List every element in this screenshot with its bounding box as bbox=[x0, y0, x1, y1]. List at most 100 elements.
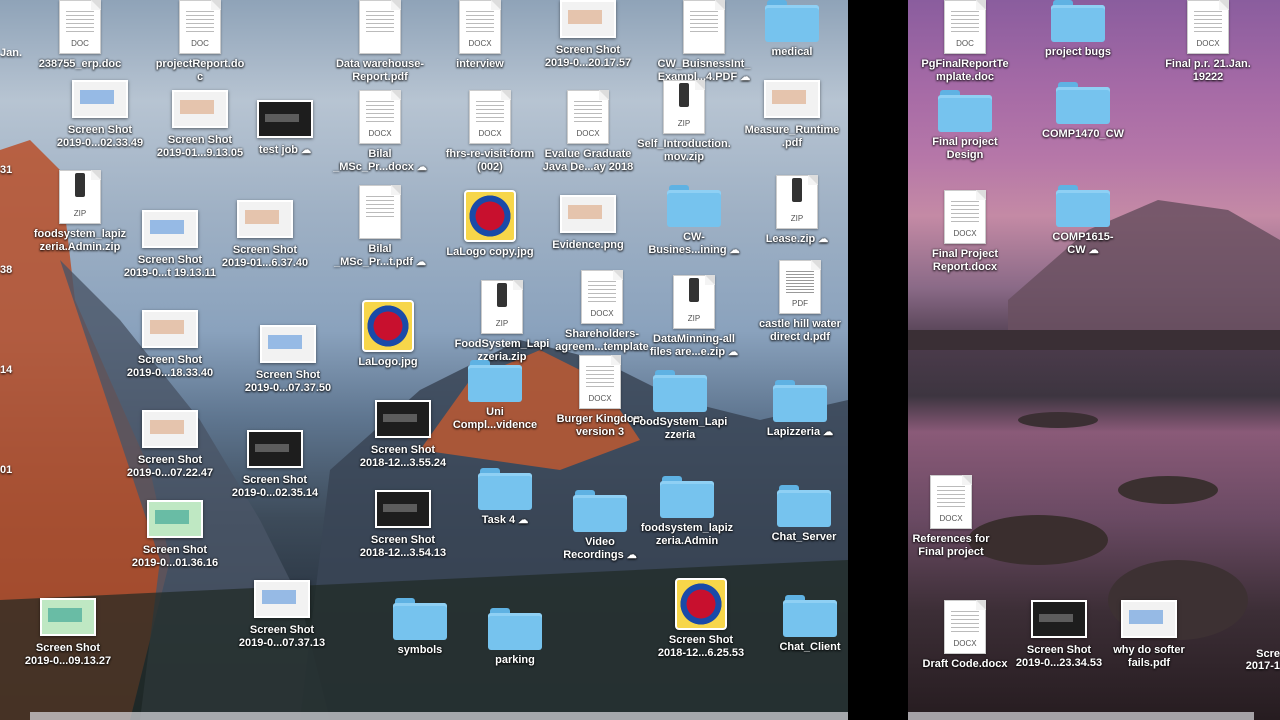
folder-icon bbox=[1056, 82, 1110, 124]
icon-label-text: Draft Code.docx bbox=[922, 658, 1008, 670]
icon-label: Screen Shot 2019-01...6.37.40 bbox=[210, 244, 320, 270]
screenshot-thumbnail-icon bbox=[237, 200, 293, 238]
desktop-icon[interactable]: ZIP Self_Introduction. mov.zip bbox=[629, 80, 739, 164]
icon-label-text: Screen Shot 2018-12...3.55.24 bbox=[359, 444, 447, 469]
desktop-icon[interactable]: COMP1470_CW bbox=[1028, 82, 1138, 141]
desktop-icon[interactable]: ZIP Lease.zip ☁ bbox=[742, 175, 848, 246]
icon-label-text: Measure_Runtime .pdf bbox=[744, 124, 840, 149]
icon-label: Chat_Server bbox=[749, 531, 848, 544]
document-icon bbox=[683, 0, 725, 54]
icon-label: Screen Shot 2018-12...3.55.24 bbox=[348, 444, 458, 470]
icon-label-text: Screen Shot 2019-0...02.35.14 bbox=[231, 474, 319, 499]
desktop-icon[interactable]: Screen Shot 2018-12...3.54.13 bbox=[348, 490, 458, 560]
icon-label-text: Chat_Server bbox=[771, 531, 837, 543]
icon-label: foodsystem_lapiz zeria.Admin bbox=[632, 522, 742, 548]
desktop-icon[interactable]: Lapizzeria ☁ bbox=[745, 380, 848, 439]
file-extension-label: DOCX bbox=[468, 39, 492, 48]
icon-label-text: Screen Shot 2019-0...09.13.27 bbox=[24, 642, 112, 667]
icloud-icon: ☁ bbox=[728, 347, 739, 358]
file-extension-label: DOCX bbox=[478, 129, 502, 138]
desktop-icon[interactable]: DOCX interview bbox=[425, 0, 535, 71]
icon-label-text: Bilal _MSc_Pr...docx bbox=[333, 148, 414, 173]
desktop-icon[interactable]: Screen Shot 2019-01...6.37.40 bbox=[210, 200, 320, 270]
desktop-icon[interactable]: project bugs bbox=[1023, 0, 1133, 59]
desktop-icon[interactable]: DOCX Final Project Report.docx bbox=[910, 190, 1020, 274]
desktop-icon[interactable]: DOC projectReport.do c bbox=[145, 0, 255, 84]
desktop-icon[interactable]: CW- Busines...ining ☁ bbox=[639, 185, 749, 257]
screenshot-thumbnail-icon bbox=[254, 580, 310, 618]
icon-label: Task 4 ☁ bbox=[450, 514, 560, 527]
desktop-icon[interactable]: test job ☁ bbox=[230, 100, 340, 157]
desktop-icon[interactable]: ZIP FoodSystem_Lapi zzeria.zip bbox=[447, 280, 557, 364]
folder-icon bbox=[393, 598, 447, 640]
icon-label-text: Screen Shot 2018-12...3.54.13 bbox=[359, 534, 447, 559]
icon-label-text: Shareholders- agreem...template bbox=[555, 328, 649, 353]
desktop-icon[interactable]: Screen Shot 2019-0...18.33.40 bbox=[115, 310, 225, 380]
desktop-icon[interactable]: Screen Shot 2019-0...09.13.27 bbox=[13, 598, 123, 668]
screenshot-thumbnail-icon bbox=[560, 195, 616, 233]
desktop-icon[interactable]: Chat_Client bbox=[755, 595, 848, 654]
icon-label: COMP1615- CW ☁ bbox=[1028, 231, 1138, 257]
dock-right[interactable] bbox=[908, 712, 1254, 720]
icon-label: Final project Design bbox=[910, 136, 1020, 162]
desktop-icon[interactable]: Final project Design bbox=[910, 90, 1020, 162]
desktop-icon[interactable]: DOCX Evalue Graduate Java De...ay 2018 bbox=[533, 90, 643, 174]
desktop-icon[interactable]: symbols bbox=[365, 598, 475, 657]
desktop-icon[interactable]: Task 4 ☁ bbox=[450, 468, 560, 527]
icon-label: Screen Shot 2018-12...6.25.53 bbox=[646, 634, 756, 660]
desktop-icon[interactable]: PDF castle hill water direct d.pdf bbox=[745, 260, 848, 344]
edge-text-jan: Jan. bbox=[0, 47, 23, 59]
desktop-icon[interactable]: Screen Shot 2019-0...07.22.47 bbox=[115, 410, 225, 480]
desktop-icon[interactable]: Evidence.png bbox=[533, 195, 643, 252]
folder-icon bbox=[660, 476, 714, 518]
desktop-icon[interactable]: DOCX Bilal _MSc_Pr...docx ☁ bbox=[325, 90, 435, 174]
desktop-icon[interactable]: ZIP DataMinning-all files are...e.zip ☁ bbox=[639, 275, 749, 359]
desktop-icon[interactable]: Chat_Server bbox=[749, 485, 848, 544]
desktop-icon[interactable]: Screen Shot 2019-0...02.33.49 bbox=[45, 80, 155, 150]
desktop-icon[interactable]: Screen Shot 2018-12...6.25.53 bbox=[646, 578, 756, 660]
icon-label-text: LaLogo.jpg bbox=[358, 356, 418, 368]
desktop-icon[interactable]: Screen Shot 2019-0...02.35.14 bbox=[220, 430, 330, 500]
desktop-icon[interactable]: DOCX fhrs-re-visit-form (002) bbox=[435, 90, 545, 174]
icloud-icon: ☁ bbox=[416, 162, 427, 173]
desktop-icon[interactable]: COMP1615- CW ☁ bbox=[1028, 185, 1138, 257]
icloud-icon: ☁ bbox=[729, 245, 740, 256]
icon-label-text: DataMinning-all files are...e.zip bbox=[649, 333, 735, 358]
desktop-icon[interactable]: Measure_Runtime .pdf bbox=[737, 80, 847, 150]
document-icon: DOCX bbox=[579, 355, 621, 409]
icon-label-text: Final Project Report.docx bbox=[931, 248, 999, 273]
desktop-icon[interactable]: Data warehouse- Report.pdf bbox=[325, 0, 435, 84]
icon-label-text: Data warehouse- Report.pdf bbox=[335, 58, 425, 83]
desktop-icon[interactable]: Screen Shot 2019-0...01.36.16 bbox=[120, 500, 230, 570]
zip-file-icon: ZIP bbox=[776, 175, 818, 229]
desktop-icon[interactable]: Screen Shot 2019-0...07.37.13 bbox=[227, 580, 337, 650]
desktop-icon[interactable]: Screen Shot 2019-0...t 19.13.11 bbox=[115, 210, 225, 280]
folder-icon bbox=[777, 485, 831, 527]
desktop-icon[interactable]: DOC PgFinalReportTe mplate.doc bbox=[910, 0, 1020, 84]
desktop-icon[interactable]: why do softer fails.pdf bbox=[1094, 600, 1204, 670]
file-extension-label: ZIP bbox=[495, 319, 509, 328]
icon-label: Screen Shot 2019-0...t 19.13.11 bbox=[115, 254, 225, 280]
screenshot-thumbnail-icon bbox=[257, 100, 313, 138]
desktop-icon[interactable]: LaLogo copy.jpg bbox=[435, 190, 545, 259]
icon-label: Chat_Client bbox=[755, 641, 848, 654]
file-extension-label: DOCX bbox=[953, 229, 977, 238]
icon-label-text: fhrs-re-visit-form (002) bbox=[445, 148, 535, 173]
desktop-icon[interactable]: foodsystem_lapiz zeria.Admin bbox=[632, 476, 742, 548]
desktop-icon[interactable]: FoodSystem_Lapi zzeria bbox=[625, 370, 735, 442]
desktop-icon[interactable]: medical bbox=[737, 0, 847, 59]
screenshot-thumbnail-icon bbox=[172, 90, 228, 128]
desktop-icon[interactable]: DOCX References for Final project bbox=[908, 475, 1006, 559]
desktop-icon[interactable]: DOC 238755_erp.doc bbox=[25, 0, 135, 71]
dock[interactable] bbox=[30, 712, 848, 720]
desktop-icon[interactable]: Screen Shot 2019-0...20.17.57 bbox=[533, 0, 643, 70]
desktop-icon[interactable]: LaLogo.jpg bbox=[333, 300, 443, 369]
screenshot-thumbnail-icon bbox=[1121, 600, 1177, 638]
desktop-icon[interactable]: Screen Shot 2019-0...07.37.50 bbox=[233, 325, 343, 395]
screenshot-thumbnail-icon bbox=[147, 500, 203, 538]
desktop-icon[interactable]: parking bbox=[460, 608, 570, 667]
desktop-icon[interactable]: Bilal _MSc_Pr...t.pdf ☁ bbox=[325, 185, 435, 269]
desktop-icon[interactable]: DOCX Final p.r. 21.Jan. 19222 bbox=[1153, 0, 1263, 84]
desktop-icon[interactable]: Uni Compl...vidence bbox=[440, 360, 550, 432]
file-extension-label: DOCX bbox=[939, 514, 963, 523]
